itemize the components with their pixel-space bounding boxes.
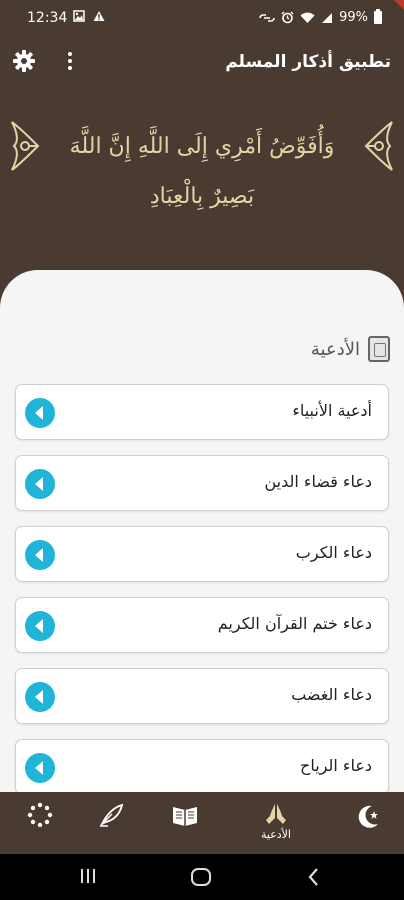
verse-text: وَأُفَوِّضُ أَمْرِي إِلَى اللَّهِ إِنَّ … [69,134,335,209]
nav-duas[interactable]: الأدعية [246,802,306,848]
alarm-icon [281,11,294,24]
list-item-label: دعاء قضاء الدين [264,472,372,491]
warning-icon [93,11,105,21]
list-item-label: دعاء الرياح [300,756,372,775]
nav-writings[interactable] [82,802,142,848]
recent-apps-icon[interactable] [78,867,98,885]
battery-icon [374,9,382,24]
nav-quran[interactable] [155,802,215,848]
chevron-left-icon[interactable] [25,753,55,783]
home-icon[interactable] [190,867,212,887]
kebab-dot [68,59,72,63]
praying-hands-icon [266,804,286,824]
kebab-dot [68,66,72,70]
nav-label: الأدعية [260,828,291,841]
overflow-menu-button[interactable] [62,50,78,72]
notification-icons [73,10,105,25]
status-bar: 12:34 99% [0,0,404,38]
chevron-left-icon[interactable] [25,398,55,428]
app-bar: تطبيق أذكار المسلم [0,38,404,88]
wifi-icon [300,12,315,23]
nav-tasbih[interactable] [10,802,70,848]
list-item-label: دعاء الكرب [295,543,372,562]
chevron-left-icon[interactable] [25,611,55,641]
quran-icon [173,807,197,826]
section-header: الأدعية [311,336,390,362]
dua-list: أدعية الأنبياء دعاء قضاء الدين دعاء الكر… [15,384,389,792]
kebab-dot [68,52,72,56]
verse-banner: وَأُفَوِّضُ أَمْرِي إِلَى اللَّهِ إِنَّ … [0,100,404,260]
status-time: 12:34 [27,10,68,26]
chevron-left-icon[interactable] [25,540,55,570]
crescent-star-icon [358,805,378,828]
list-item[interactable]: دعاء قضاء الدين [15,455,389,511]
system-navigation [0,854,404,900]
list-item-label: أدعية الأنبياء [292,401,372,420]
tasbih-icon [27,802,53,828]
quill-icon [99,803,124,827]
ornament-icon [11,121,40,171]
list-item[interactable]: دعاء الغضب [15,668,389,724]
quran-book-icon [368,336,390,362]
section-title: الأدعية [310,338,360,360]
link-icon [259,13,275,22]
list-item-label: دعاء ختم القرآن الكريم [217,614,372,633]
list-item[interactable]: دعاء الرياح [15,739,389,792]
list-item[interactable]: دعاء ختم القرآن الكريم [15,597,389,653]
image-icon [73,10,85,22]
app-title: تطبيق أذكار المسلم [225,52,391,72]
chevron-left-icon[interactable] [25,682,55,712]
debug-corner-mark [394,0,404,10]
signal-icon [322,12,333,23]
list-item[interactable]: أدعية الأنبياء [15,384,389,440]
bottom-navigation: الأدعية [0,792,404,854]
list-item[interactable]: دعاء الكرب [15,526,389,582]
list-item-label: دعاء الغضب [291,685,372,704]
nav-adhkar[interactable] [338,802,398,848]
content-sheet: الأدعية أدعية الأنبياء دعاء قضاء الدين د… [0,270,404,792]
gear-icon[interactable] [11,48,37,74]
system-status: 99% [259,9,382,25]
ornament-icon [364,121,393,171]
battery-percent: 99% [339,10,368,25]
back-icon[interactable] [306,867,322,887]
chevron-left-icon[interactable] [25,469,55,499]
